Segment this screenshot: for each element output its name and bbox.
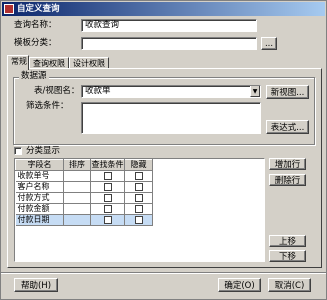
browse-category-button[interactable]: ... — [261, 37, 277, 50]
group-display-label: 分类显示 — [26, 146, 61, 156]
field-name-cell[interactable]: 收款单号 — [15, 170, 64, 182]
add-row-button[interactable]: 增加行 — [269, 158, 306, 170]
table-row[interactable]: 付款日期 — [15, 214, 153, 226]
search-condition-checkbox[interactable] — [103, 215, 112, 224]
field-grid[interactable]: 字段名 排序 查找条件 隐藏 收款单号 客户名称 付款方式 付款金额 付款日期 — [14, 158, 265, 262]
column-header-sort[interactable]: 排序 — [63, 159, 91, 171]
table-view-select[interactable]: 收款单 ▼ — [81, 85, 261, 98]
sort-cell[interactable] — [63, 192, 91, 204]
search-condition-checkbox[interactable] — [103, 182, 112, 191]
footer-divider — [1, 272, 326, 274]
cancel-button[interactable]: 取消(C) — [268, 278, 311, 292]
app-icon — [4, 4, 14, 14]
table-row[interactable]: 付款金额 — [15, 203, 153, 215]
hidden-checkbox[interactable] — [134, 171, 143, 180]
custom-query-dialog: 自定义查询 查询名称： 收款查询 模板分类： ... 常规 查询权限 设计权限 … — [0, 0, 327, 300]
filter-condition-label: 筛选条件： — [26, 101, 69, 111]
hidden-checkbox[interactable] — [134, 204, 143, 213]
field-name-cell[interactable]: 付款金额 — [15, 203, 64, 215]
ok-button[interactable]: 确定(O) — [218, 278, 261, 292]
table-view-value: 收款单 — [85, 86, 111, 96]
sort-cell[interactable] — [63, 214, 91, 226]
column-header-hidden[interactable]: 隐藏 — [124, 159, 153, 171]
sort-cell[interactable] — [63, 181, 91, 193]
search-condition-checkbox[interactable] — [103, 204, 112, 213]
expression-button[interactable]: 表达式... — [266, 120, 309, 134]
tab-general[interactable]: 常规 — [7, 55, 29, 70]
move-up-button[interactable]: 上移 — [269, 235, 306, 247]
table-row[interactable]: 客户名称 — [15, 181, 153, 193]
sort-cell[interactable] — [63, 170, 91, 182]
template-category-label: 模板分类： — [14, 38, 57, 48]
column-header-search-condition[interactable]: 查找条件 — [90, 159, 125, 171]
table-row[interactable]: 收款单号 — [15, 170, 153, 182]
filter-condition-textarea[interactable] — [81, 102, 261, 134]
field-table: 字段名 排序 查找条件 隐藏 收款单号 客户名称 付款方式 付款金额 付款日期 — [15, 159, 153, 226]
hidden-checkbox[interactable] — [134, 182, 143, 191]
datasource-group-title: 数据源 — [19, 71, 49, 82]
new-view-button[interactable]: 新视图... — [266, 85, 309, 99]
query-name-input[interactable]: 收款查询 — [81, 19, 257, 32]
chevron-down-icon[interactable]: ▼ — [250, 86, 260, 97]
template-category-input[interactable] — [81, 37, 257, 50]
hidden-checkbox[interactable] — [134, 215, 143, 224]
search-condition-checkbox[interactable] — [103, 193, 112, 202]
search-condition-checkbox[interactable] — [103, 171, 112, 180]
field-name-cell[interactable]: 客户名称 — [15, 181, 64, 193]
column-header-field-name[interactable]: 字段名 — [15, 159, 64, 171]
delete-row-button[interactable]: 删除行 — [269, 174, 306, 186]
table-row[interactable]: 付款方式 — [15, 192, 153, 204]
help-button[interactable]: 帮助(H) — [14, 278, 58, 292]
query-name-label: 查询名称： — [14, 20, 57, 30]
field-name-cell[interactable]: 付款日期 — [15, 214, 64, 226]
field-name-cell[interactable]: 付款方式 — [15, 192, 64, 204]
move-down-button[interactable]: 下移 — [269, 250, 306, 262]
group-display-checkbox[interactable] — [14, 147, 22, 155]
table-view-label: 表/视图名： — [34, 86, 80, 96]
window-title: 自定义查询 — [17, 4, 60, 14]
title-bar[interactable]: 自定义查询 — [2, 2, 325, 16]
hidden-checkbox[interactable] — [134, 193, 143, 202]
sort-cell[interactable] — [63, 203, 91, 215]
